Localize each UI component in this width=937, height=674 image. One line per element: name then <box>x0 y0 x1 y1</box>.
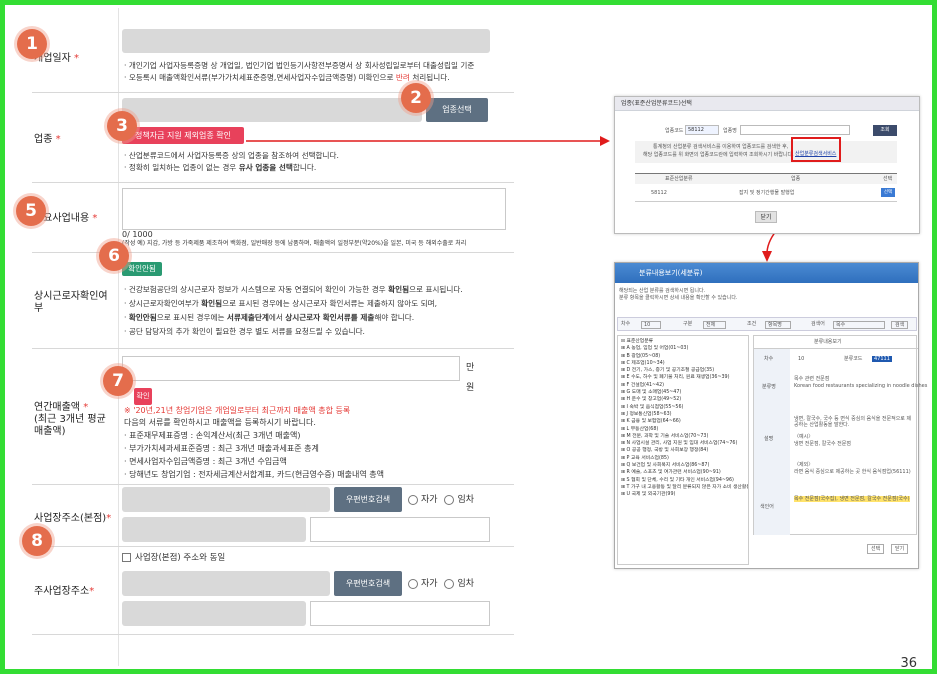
tree-item[interactable]: ⊞ N 사업시설 관리, 사업 지원 및 임대 서비스업(74~76) <box>621 440 748 447</box>
filter-type-select[interactable]: 전체 <box>703 321 727 329</box>
tree-item[interactable]: ⊞ G 도매 및 소매업(45~47) <box>621 389 748 396</box>
detail-desc: 냉면, 칼국수, 국수 등 면식 중심의 음식을 전문적으로 제공하는 산업활동… <box>794 416 912 428</box>
classification-popup-screenshot: 분류내용보기(세분류) 해당되는 산업 분류를 검색하시면 됩니다. 분류 항목… <box>614 262 927 569</box>
tree-item[interactable]: ⊞ S 협회 및 단체, 수리 및 기타 개인 서비스업(94~96) <box>621 477 748 484</box>
popup-code-label: 업종코드 <box>665 128 684 134</box>
tree-item[interactable]: ⊟ 표준산업분류 <box>621 338 748 345</box>
col-code: 표준산업분류 <box>665 176 693 182</box>
intro-2: 분류 항목을 클릭하시면 상세 내용을 확인할 수 있습니다. <box>619 295 738 301</box>
search-label: 검색어 <box>811 321 825 327</box>
row-select-button[interactable]: 선택 <box>881 188 895 197</box>
detail-ok-button[interactable]: 선택 <box>867 544 885 554</box>
highlight-box <box>791 137 841 162</box>
col-name: 업종 <box>791 176 801 182</box>
row-code: 58112 <box>651 190 667 196</box>
detail-class-value: 47111 <box>872 356 892 362</box>
filter-cond-label: 조건 <box>747 321 757 327</box>
tree-item[interactable]: ⊞ O 공공 행정, 국방 및 사회보장 행정(84) <box>621 447 748 454</box>
popup-close-button[interactable]: 닫기 <box>755 211 777 223</box>
tree-item[interactable]: ⊞ T 가구 내 고용활동 및 달리 분류되지 않은 자가 소비 생산활동(97… <box>621 484 748 491</box>
tree-item[interactable]: ⊞ C 제조업(10~34) <box>621 360 748 367</box>
detail-class-label: 분류코드 <box>844 356 863 362</box>
tree-item[interactable]: ⊞ J 정보통신업(58~63) <box>621 411 748 418</box>
search-button[interactable]: 검색 <box>891 321 909 329</box>
tree-item[interactable]: ⊞ F 건설업(41~42) <box>621 382 748 389</box>
popup-code-input[interactable]: 58112 <box>685 125 719 135</box>
filter-cond-select[interactable]: 항목명 <box>765 321 791 329</box>
tree-list: ⊟ 표준산업분류 ⊞ A 농업, 임업 및 어업(01~03) ⊞ B 광업(0… <box>621 338 748 499</box>
detail-panel: 분류내용보기 차수 10 분류코드 47111 분류명 목수 관련 전문점 Ko… <box>753 335 927 535</box>
popup-desc-1: 통계청의 산업분류 검색서비스를 이용하여 업종코드를 검색한 후, <box>653 144 789 150</box>
tree-item[interactable]: ⊞ K 금융 및 보험업(64~66) <box>621 418 748 425</box>
detail-desc-label: 설명 <box>764 436 774 442</box>
detail-title: 분류내용보기 <box>814 339 842 345</box>
popup-search-button[interactable]: 조회 <box>873 125 897 136</box>
classification-popup-title: 분류내용보기(세분류) <box>615 263 918 283</box>
classification-tree[interactable]: ⊟ 표준산업분류 ⊞ A 농업, 임업 및 어업(01~03) ⊞ B 광업(0… <box>617 335 749 565</box>
arrow-head <box>600 136 610 146</box>
tree-item[interactable]: ⊞ M 전문, 과학 및 기술 서비스업(70~73) <box>621 433 748 440</box>
popup-name-input[interactable] <box>740 125 850 135</box>
filter-type-label: 구분 <box>683 321 693 327</box>
detail-name-value: 목수 관련 전문점 <box>794 376 830 382</box>
page-number: 36 <box>900 656 917 671</box>
detail-example-label: 색인어 <box>760 504 774 510</box>
industry-popup-title: 업종(표준산업분류코드)선택 <box>615 97 919 111</box>
industry-search-service-link[interactable]: 산업분류검색서비스 <box>795 151 836 157</box>
tree-item[interactable]: ⊞ D 전기, 가스, 증기 및 공기조절 공급업(35) <box>621 367 748 374</box>
tree-item[interactable]: ⊞ Q 보건업 및 사회복지 서비스업(86~87) <box>621 462 748 469</box>
detail-ex-2: 냉면 전문점, 칼국수 전문점 <box>794 441 851 447</box>
detail-ex-4: 라면 음식 중심으로 제공하는 곳 한식 음식점업(56111) <box>794 469 911 475</box>
detail-name-label: 분류명 <box>762 384 776 390</box>
popup-desc-2: 해당 업종코드를 위 화면의 업종코드란에 입력하여 조회하시기 바랍니다. <box>643 152 794 158</box>
tree-item[interactable]: ⊞ P 교육 서비스업(85) <box>621 455 748 462</box>
popup-name-label: 업종명 <box>723 128 737 134</box>
table-bottom-rule <box>635 201 897 202</box>
tree-item[interactable]: ⊞ L 부동산업(68) <box>621 426 748 433</box>
intro-1: 해당되는 산업 분류를 검색하시면 됩니다. <box>619 288 706 294</box>
industry-popup-screenshot: 업종(표준산업분류코드)선택 업종코드 58112 업종명 조회 통계청의 산업… <box>614 96 920 234</box>
row-name: 잡지 및 정기간행물 발행업 <box>739 190 795 196</box>
filter-count-select[interactable]: 10 <box>641 321 662 329</box>
filter-count-label: 차수 <box>621 321 631 327</box>
detail-ex-3: 〈제외〉 <box>794 462 814 468</box>
tree-item[interactable]: ⊞ A 농업, 임업 및 어업(01~03) <box>621 345 748 352</box>
arrow-head <box>762 251 772 262</box>
detail-name-en: Korean food restaurants specializing in … <box>794 383 928 389</box>
tree-item[interactable]: ⊞ U 국제 및 외국기관(99) <box>621 491 748 498</box>
tree-item[interactable]: ⊞ H 운수 및 창고업(49~52) <box>621 396 748 403</box>
detail-close-button[interactable]: 닫기 <box>891 544 909 554</box>
tree-item[interactable]: ⊞ R 예술, 스포츠 및 여가관련 서비스업(90~91) <box>621 469 748 476</box>
tree-item[interactable]: ⊞ B 광업(05~08) <box>621 353 748 360</box>
detail-ex-1: 〈예시〉 <box>794 434 814 440</box>
tree-item[interactable]: ⊞ E 수도, 하수 및 폐기물 처리, 원료 재생업(36~39) <box>621 374 748 381</box>
detail-code-label: 차수 <box>764 356 774 362</box>
detail-code-value: 10 <box>798 356 805 362</box>
detail-example-value: 목수 전문점(국수집), 냉면 전문점, 칼국수 전문점(국수) <box>794 496 910 502</box>
col-select: 선택 <box>883 176 893 182</box>
tree-item[interactable]: ⊞ I 숙박 및 음식점업(55~56) <box>621 404 748 411</box>
search-input[interactable]: 목수 <box>833 321 885 329</box>
